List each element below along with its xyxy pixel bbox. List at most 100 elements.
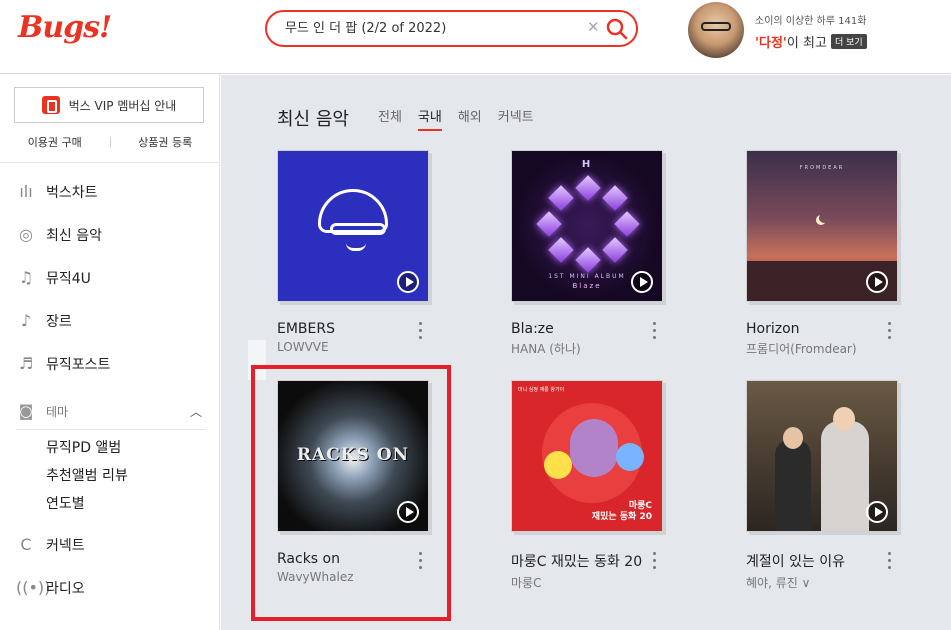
album-artist[interactable]: 프롬디어(Fromdear) [746,340,901,357]
album-cover[interactable]: FROMDEAR [746,150,898,302]
album-artist[interactable]: 혜야, 류진 ∨ [746,574,901,591]
album-cover[interactable]: RACKS ON [277,380,429,532]
album-artist[interactable]: HANA (하나) [511,340,666,357]
album-cover[interactable]: 마니 심청 재롱 왕가이 마룽C 재밌는 동화 20 [511,380,663,532]
more-options-icon[interactable] [651,552,657,573]
tab-all[interactable]: 전체 [378,106,402,131]
play-icon[interactable] [397,271,419,293]
vip-membership-button[interactable]: 벅스 VIP 멤버십 안내 [14,87,204,123]
play-icon[interactable] [397,501,419,523]
album-card[interactable]: EMBERS LOWVVE [277,150,432,354]
sidebar-item-label: 벅스차트 [46,185,98,201]
divider [0,162,220,163]
buy-pass-link[interactable]: 이용권 구매 [0,134,110,150]
album-title[interactable]: 마룽C 재밌는 동화 20 [511,551,666,571]
album-artist[interactable]: WavyWhalez [277,570,432,584]
more-options-icon[interactable] [417,552,423,573]
search-icon[interactable] [605,17,629,41]
music-note-icon: ♫ [18,268,34,287]
avatar[interactable] [688,2,744,58]
album-title[interactable]: EMBERS [277,321,432,337]
sidebar-item-label: 라디오 [46,581,85,597]
play-icon[interactable] [866,501,888,523]
sidebar-subitem-review[interactable]: 추천앨범 리뷰 [46,465,128,485]
bugs-logo[interactable]: Bugs! [18,10,112,45]
more-options-icon[interactable] [417,322,423,343]
chart-icon: ılı [19,182,33,201]
sidebar-item-label: 커넥트 [46,538,85,554]
page-title: 최신 음악 [277,109,349,130]
sidebar-collapse-button[interactable] [248,340,266,380]
sidebar-sub-links: 이용권 구매 상품권 등록 [0,134,220,150]
top-header: Bugs! ✕ 소이의 이상한 하루 141화 '다정'이 최고 더 보기 [0,0,951,74]
face-art [833,407,855,431]
more-options-icon[interactable] [886,552,892,573]
gem-art [548,185,574,211]
theme-label: 테마 [46,404,69,419]
album-title[interactable]: 계절이 있는 이유 [746,551,901,571]
sidebar-theme-toggle[interactable]: ◙ 테마 ︿ [16,401,206,430]
sidebar-item-chart[interactable]: ılı 벅스차트 [16,182,98,202]
album-cover[interactable] [277,150,429,302]
sidebar-item-new-music[interactable]: ◎ 최신 음악 [16,225,102,245]
more-options-icon[interactable] [886,322,892,343]
sidebar-item-label: 뮤직4U [46,271,91,287]
person-art [821,421,869,531]
sidebar-item-genre[interactable]: ♪ 장르 [16,311,72,331]
connect-icon: C [20,535,32,554]
tab-domestic[interactable]: 국내 [417,106,442,131]
album-card[interactable]: 마니 심청 재롱 왕가이 마룽C 재밌는 동화 20 마룽C 재밌는 동화 20… [511,380,666,591]
mouth-art [346,243,366,251]
main-content: 최신 음악 전체 국내 해외 커넥트 EMBERS LOWVVE H 1ST M… [221,75,951,630]
more-options-icon[interactable] [651,322,657,343]
visor-art [330,223,386,235]
sidebar-subitem-musicpd[interactable]: 뮤직PD 앨범 [46,437,121,457]
gem-art [602,237,628,263]
user-subtitle[interactable]: 소이의 이상한 하루 141화 [755,12,866,27]
gem-art [536,211,562,237]
new-music-icon: ◎ [19,225,33,244]
album-card[interactable]: FROMDEAR Horizon 프롬디어(Fromdear) [746,150,901,357]
register-voucher-link[interactable]: 상품권 등록 [111,134,221,150]
pompom-art [616,443,644,471]
close-icon[interactable]: ✕ [587,18,600,36]
guitar-icon: ♪ [20,311,32,330]
tab-overseas[interactable]: 해외 [458,106,482,131]
post-icon: ♬ [18,354,34,373]
gem-art [614,211,640,237]
cover-text: RACKS ON [296,445,410,465]
gem-art [575,175,601,201]
album-card[interactable]: 계절이 있는 이유 혜야, 류진 ∨ [746,380,901,591]
face-art [783,427,803,449]
sidebar-item-label: 최신 음악 [46,228,102,244]
user-name-highlight: '다정' [755,36,787,51]
album-card[interactable]: H 1ST MINI ALBUM Blaze Bla:ze HANA (하나) [511,150,666,357]
album-artist[interactable]: LOWVVE [277,340,432,354]
vip-icon [41,96,60,114]
chevron-up-icon[interactable]: ︿ [190,403,202,420]
more-badge[interactable]: 더 보기 [831,34,867,49]
search-bar[interactable]: ✕ [265,10,638,47]
search-input[interactable] [285,19,585,34]
sidebar: 벅스 VIP 멤버십 안내 이용권 구매 상품권 등록 ılı 벅스차트 ◎ 최… [0,74,220,630]
album-title[interactable]: Bla:ze [511,321,666,337]
category-tabs: 전체 국내 해외 커넥트 [378,106,550,131]
sidebar-item-connect[interactable]: C 커넥트 [16,535,85,555]
sidebar-item-radio[interactable]: ((•)) 라디오 [16,578,85,598]
sidebar-item-label: 장르 [46,314,72,330]
album-cover[interactable] [746,380,898,532]
sidebar-item-music-post[interactable]: ♬ 뮤직포스트 [16,354,111,374]
album-title[interactable]: Horizon [746,321,901,337]
album-title[interactable]: Racks on [277,551,432,567]
sidebar-subitem-by-year[interactable]: 연도별 [46,493,85,513]
glasses-icon [701,22,731,31]
album-artist[interactable]: 마룽C [511,574,666,591]
person-art [775,439,811,531]
album-card[interactable]: RACKS ON Racks on WavyWhalez [277,380,432,584]
tab-connect[interactable]: 커넥트 [498,106,534,131]
play-icon[interactable] [866,271,888,293]
user-name[interactable]: '다정'이 최고 [755,32,827,51]
sidebar-item-music4u[interactable]: ♫ 뮤직4U [16,268,91,288]
album-cover[interactable]: H 1ST MINI ALBUM Blaze [511,150,663,302]
play-icon[interactable] [631,271,653,293]
